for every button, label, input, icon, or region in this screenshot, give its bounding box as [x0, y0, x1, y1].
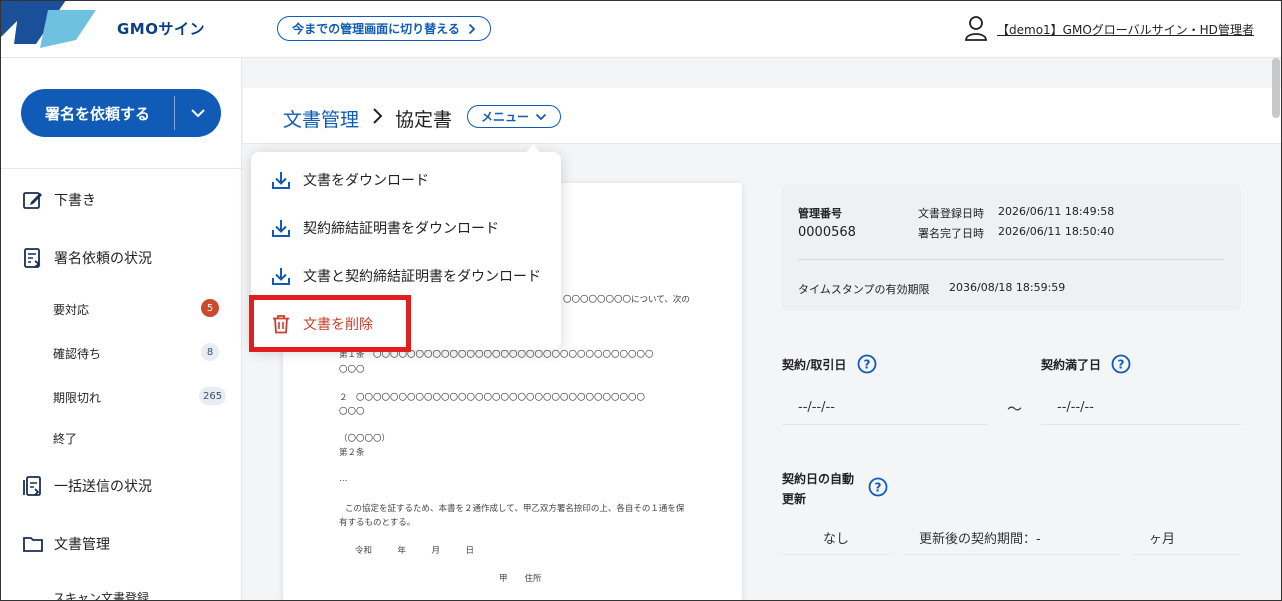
dropdown-caret: [525, 144, 541, 154]
timestamp-expiry-value: 2036/08/18 18:59:59: [949, 281, 1066, 294]
auto-renew-label-line2: 更新: [782, 492, 807, 506]
help-icon[interactable]: ?: [857, 354, 877, 374]
download-icon: [272, 268, 290, 285]
contract-date-label: 契約/取引日: [782, 358, 847, 372]
sidebar-divider: [0, 168, 242, 169]
switch-ui-label: 今までの管理画面に切り替える: [292, 22, 460, 36]
contract-expiry-placeholder: --/--/--: [1057, 400, 1094, 415]
count-badge-awaiting: 8: [201, 343, 219, 361]
edit-icon: [23, 192, 42, 209]
completed-at-value: 2026/06/11 18:50:40: [998, 225, 1115, 238]
sidebar-item-documents[interactable]: 文書管理: [22, 533, 110, 555]
month-unit: ヶ月: [1149, 532, 1176, 547]
chevron-down-icon: [191, 109, 205, 118]
doc-line: 〇〇〇〇〇〇〇〇について、次の: [563, 295, 690, 305]
doc-line: 第２条: [339, 448, 365, 458]
sidebar-subitem-expired[interactable]: 期限切れ: [53, 389, 101, 406]
date-range-separator: ～: [1007, 400, 1023, 418]
chevron-down-icon: [535, 113, 547, 120]
count-badge-expired: 265: [199, 387, 227, 405]
sidebar-item-label: 文書管理: [54, 537, 110, 553]
sidebar-item-label: 署名依頼の状況: [54, 251, 152, 267]
contract-date-placeholder: --/--/--: [798, 400, 835, 415]
download-icon: [272, 220, 290, 237]
contract-expiry-field[interactable]: --/--/--: [1041, 391, 1241, 425]
folder-icon: [23, 537, 43, 552]
request-options-toggle[interactable]: [175, 108, 221, 118]
svg-text:?: ?: [1118, 358, 1125, 372]
svg-text:?: ?: [875, 481, 882, 495]
sidebar-item-sign-status[interactable]: 署名依頼の状況: [22, 247, 152, 269]
document-status-icon: [24, 248, 41, 268]
doc-line: …: [339, 474, 348, 484]
doc-line: 甲 住所: [499, 574, 542, 584]
timestamp-expiry-label: タイムスタンプの有効期限: [798, 283, 930, 296]
content-top-band: [243, 58, 1282, 88]
user-role-link[interactable]: 管理者: [1218, 21, 1254, 38]
management-number-value: 0000568: [798, 225, 856, 240]
scrollbar[interactable]: [1272, 58, 1280, 118]
svg-text:?: ?: [864, 358, 871, 372]
auto-renew-label-line1: 契約日の自動: [782, 472, 855, 486]
sidebar: 署名を依頼する: [0, 58, 242, 601]
doc-line: 有するものとする。: [339, 518, 416, 528]
renew-period-field[interactable]: 更新後の契約期間：-: [903, 521, 1120, 555]
switch-ui-button[interactable]: 今までの管理画面に切り替える: [277, 16, 491, 41]
sidebar-item-bulk-status[interactable]: 一括送信の状況: [22, 475, 152, 497]
download-icon: [272, 172, 290, 189]
menu-item-label: 契約締結証明書をダウンロード: [303, 221, 499, 237]
doc-line: 令和 年 月 日: [355, 546, 475, 556]
help-icon[interactable]: ?: [1111, 354, 1131, 374]
auto-renew-value: なし: [822, 532, 849, 547]
menu-item-label: 文書と契約締結証明書をダウンロード: [303, 269, 541, 285]
completed-at-label: 署名完了日時: [918, 227, 984, 240]
user-name-link[interactable]: 【demo1】GMOグローバルサイン・HD: [997, 21, 1218, 38]
menu-item-label: 文書をダウンロード: [303, 173, 429, 189]
renew-month-field[interactable]: ヶ月: [1133, 521, 1241, 555]
sidebar-item-drafts[interactable]: 下書き: [22, 189, 96, 211]
request-signature-label: 署名を依頼する: [44, 104, 150, 123]
help-icon[interactable]: ?: [868, 477, 888, 497]
doc-line: （〇〇〇〇）: [339, 434, 391, 444]
registered-at-label: 文書登録日時: [918, 207, 984, 220]
gmo-logo-icon: [0, 0, 96, 48]
management-number-label: 管理番号: [798, 207, 842, 220]
count-badge-action-required: 5: [201, 299, 219, 317]
menu-item-download-both[interactable]: 文書と契約締結証明書をダウンロード: [271, 266, 541, 286]
registered-at-value: 2026/06/11 18:49:58: [998, 205, 1115, 218]
sidebar-subitem-awaiting[interactable]: 確認待ち: [53, 345, 101, 362]
sidebar-subitem-scan[interactable]: スキャン文書登録: [53, 589, 149, 601]
doc-line: この協定を証するため、本書を２通作成して、甲乙双方署名捺印の上、各自その１通を保: [345, 504, 685, 514]
info-divider: [798, 259, 1224, 260]
doc-line: 〇〇〇: [339, 407, 365, 417]
doc-line: ２ 〇〇〇〇〇〇〇〇〇〇〇〇〇〇〇〇〇〇〇〇〇〇〇〇〇〇〇〇〇〇〇〇〇〇: [339, 393, 646, 403]
menu-button-label: メニュー: [480, 110, 529, 124]
chevron-right-icon: [468, 23, 476, 34]
doc-line: 〇〇〇: [339, 365, 365, 375]
user-icon[interactable]: [964, 15, 988, 41]
sidebar-item-label: 下書き: [54, 193, 96, 209]
auto-renew-select[interactable]: なし: [782, 521, 890, 555]
breadcrumb-documents-link[interactable]: 文書管理: [283, 105, 359, 132]
highlight-box: [249, 295, 411, 352]
app-header: GMOサイン 今までの管理画面に切り替える 【demo1】GMOグローバルサイン…: [0, 0, 1282, 58]
request-signature-button[interactable]: 署名を依頼する: [21, 89, 221, 137]
page-title: 協定書: [395, 109, 453, 131]
sidebar-subitem-finished[interactable]: 終了: [53, 430, 77, 447]
sidebar-subitem-action-required[interactable]: 要対応: [53, 301, 89, 318]
contract-date-field[interactable]: --/--/--: [782, 391, 987, 425]
menu-item-download-certificate[interactable]: 契約締結証明書をダウンロード: [271, 218, 499, 238]
contract-expiry-label: 契約満了日: [1041, 358, 1102, 372]
bulk-send-icon: [23, 476, 41, 496]
sidebar-item-label: 一括送信の状況: [54, 479, 152, 495]
renew-period-label: 更新後の契約期間：-: [919, 532, 1041, 547]
chevron-right-icon: [373, 108, 383, 124]
auto-renew-label: 契約日の自動 更新: [782, 469, 854, 509]
brand-name: GMOサイン: [117, 20, 205, 38]
menu-item-download-document[interactable]: 文書をダウンロード: [271, 170, 429, 190]
menu-button[interactable]: メニュー: [467, 105, 561, 128]
